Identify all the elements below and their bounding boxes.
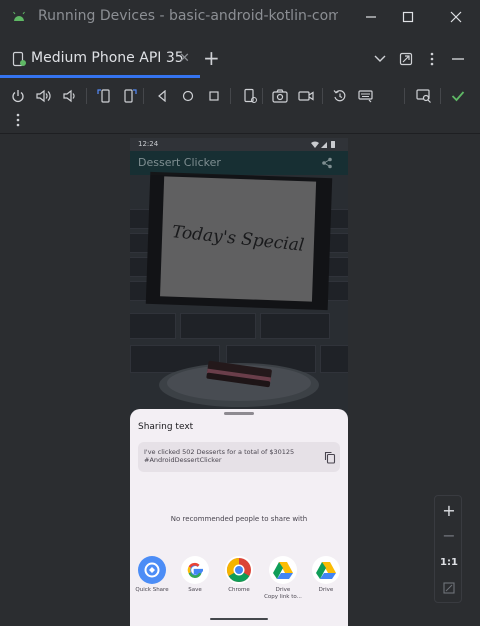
minimize-icon [366,16,376,18]
status-bar: 12:24 [130,138,348,151]
actual-size-button[interactable]: 1:1 [435,552,463,572]
share-target-quick-share[interactable]: Quick Share [130,556,174,594]
tab-label: Medium Phone API 35 [31,50,184,66]
detach-window-icon[interactable] [397,50,415,68]
snapshots-button[interactable] [330,86,350,106]
google-icon [181,556,209,584]
title-bar: Running Devices - basic-android-kotlin-c… [0,0,480,34]
sheet-scrim[interactable] [130,175,348,415]
layout-inspector-button[interactable] [414,86,434,106]
android-icon [13,11,25,21]
share-target-drive[interactable]: Drive [304,556,348,594]
toolbar-separator [86,88,87,104]
add-tab-icon[interactable]: + [203,46,220,70]
keyboard-icon [358,90,373,103]
power-icon [12,90,24,103]
share-target-label: Drive Copy link to... [264,587,302,600]
fit-screen-icon [443,582,455,594]
rotate-right-icon [124,89,137,103]
rotate-right-button[interactable] [120,86,140,106]
toolbar-separator [262,88,263,104]
share-preview: I've clicked 502 Desserts for a total of… [138,442,340,472]
copy-icon[interactable] [324,451,336,464]
app-title: Dessert Clicker [138,156,221,169]
close-icon [450,11,462,23]
rotate-left-icon [97,89,110,103]
zoom-in-button[interactable]: + [435,500,463,520]
volume-up-icon [36,89,51,103]
more-options-icon[interactable] [423,50,441,68]
status-icons [311,141,335,148]
share-target-save[interactable]: Save [173,556,217,594]
home-icon [182,90,194,102]
toolbar-separator [440,88,441,104]
device-toolbar [0,82,480,134]
sheet-drag-handle[interactable] [224,412,254,415]
tab-medium-phone[interactable]: Medium Phone API 35 ✕ [0,40,200,78]
share-preview-text: I've clicked 502 Desserts for a total of… [144,448,295,464]
back-icon [158,90,166,102]
camera-icon [272,89,288,103]
maximize-icon [402,11,414,23]
toolbar-separator [143,88,144,104]
share-sheet: Sharing text I've clicked 502 Desserts f… [130,409,348,626]
share-target-label: Save [188,587,202,593]
maximize-button[interactable] [397,6,419,28]
fold-button[interactable] [240,86,260,106]
toolbar-separator [230,88,231,104]
share-target-label: Chrome [228,587,250,593]
fold-icon [244,88,257,103]
volume-up-button[interactable] [34,86,54,106]
checkmark-icon [451,91,465,102]
toolbar-separator [404,88,405,104]
drive-icon [312,556,340,584]
tab-close-icon[interactable]: ✕ [179,51,190,66]
zoom-panel: + − 1:1 [434,495,462,603]
share-target-label: Quick Share [135,587,169,593]
rotate-left-button[interactable] [94,86,114,106]
power-button[interactable] [8,86,28,106]
status-time: 12:24 [138,140,159,148]
no-recommended-people: No recommended people to share with [170,515,308,523]
tab-list-chevron-icon[interactable] [371,50,389,68]
sheet-title: Sharing text [138,422,194,432]
minimize-button[interactable] [360,6,382,28]
share-target-label: Drive [318,587,334,593]
quick-share-icon [138,556,166,584]
volume-down-button[interactable] [60,86,80,106]
tab-row: Medium Phone API 35 ✕ + [0,40,480,78]
close-window-button[interactable] [445,6,467,28]
video-icon [298,91,314,101]
drive-icon [269,556,297,584]
volume-down-icon [63,89,75,103]
share-icon[interactable] [321,157,333,169]
connected-status-button[interactable] [448,86,468,106]
overview-icon [209,91,219,101]
active-tab-indicator [0,75,200,78]
window-title: Running Devices - basic-android-kotlin-c… [38,8,338,24]
share-target-chrome[interactable]: Chrome [217,556,261,594]
zoom-out-button[interactable]: − [435,525,463,545]
inspect-icon [416,89,431,103]
more-vertical-icon [16,113,20,127]
share-target-drive-copy-link[interactable]: Drive Copy link to... [261,556,305,601]
keyboard-input-button[interactable] [356,86,376,106]
home-button[interactable] [178,86,198,106]
screenshot-button[interactable] [270,86,290,106]
history-icon [333,90,346,102]
hide-panel-icon[interactable] [449,50,467,68]
device-icon [12,51,26,67]
screen-record-button[interactable] [296,86,316,106]
fit-screen-button[interactable] [435,578,463,598]
chrome-icon [225,556,253,584]
phone-screen[interactable]: 12:24 Dessert Clicker Today's Special Sh… [130,138,348,626]
more-actions-button[interactable] [8,110,28,130]
back-button[interactable] [152,86,172,106]
toolbar-separator [322,88,323,104]
gesture-nav-bar[interactable] [210,618,268,620]
overview-button[interactable] [204,86,224,106]
